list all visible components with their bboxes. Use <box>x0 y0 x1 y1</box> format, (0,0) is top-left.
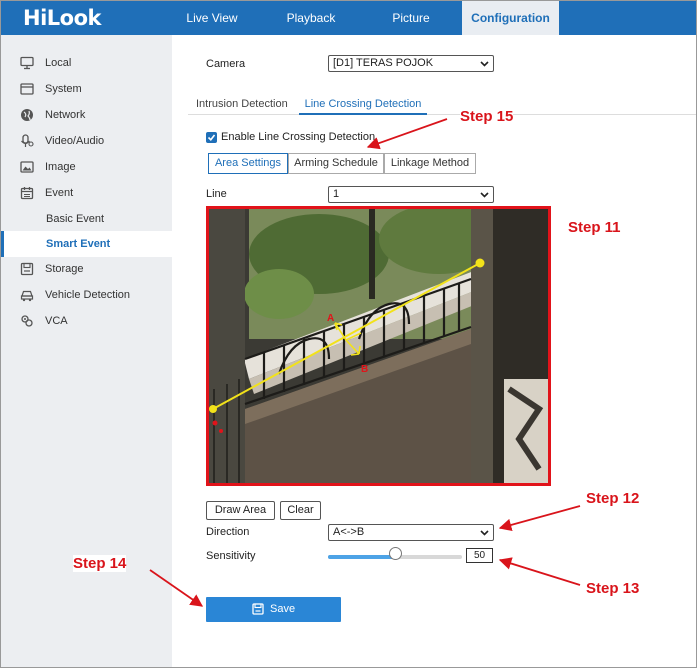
tab-intrusion-detection[interactable]: Intrusion Detection <box>196 93 288 115</box>
vehicle-icon <box>20 290 34 302</box>
sensitivity-slider-fill <box>328 555 395 559</box>
image-icon <box>20 161 34 173</box>
step-11-annotation: Step 11 <box>568 219 621 236</box>
sidebar-item-vca[interactable]: VCA <box>1 308 172 334</box>
nav-live-view[interactable]: Live View <box>169 1 255 35</box>
sidebar-item-image[interactable]: Image <box>1 154 172 180</box>
sidebar-item-label: Vehicle Detection <box>45 289 130 301</box>
globe-icon <box>21 109 33 121</box>
system-icon <box>20 83 34 95</box>
sidebar-item-label: Video/Audio <box>45 135 105 147</box>
microphone-icon <box>21 134 34 147</box>
subtab-arming-schedule[interactable]: Arming Schedule <box>288 153 384 174</box>
sidebar-item-label: System <box>45 83 82 95</box>
video-preview[interactable]: A B <box>206 206 551 486</box>
sensitivity-value[interactable]: 50 <box>466 548 493 563</box>
sidebar-item-local[interactable]: Local <box>1 50 172 76</box>
sidebar-item-label: Network <box>45 109 86 121</box>
camera-scene: A B <box>209 209 548 483</box>
sidebar-item-label: Local <box>45 57 72 69</box>
tab-line-crossing-detection[interactable]: Line Crossing Detection <box>299 93 427 115</box>
save-icon <box>252 603 264 615</box>
sidebar-item-label: Image <box>45 161 76 173</box>
main-content: Camera [D1] TERAS POJOK Intrusion Detect… <box>172 35 696 667</box>
storage-icon <box>20 262 34 276</box>
checkmark-icon <box>207 134 216 142</box>
line-select-value: 1 <box>333 188 340 200</box>
sidebar-item-basic-event[interactable]: Basic Event <box>1 206 172 232</box>
sidebar-item-label: Basic Event <box>46 213 105 225</box>
chevron-down-icon <box>480 192 489 198</box>
nav-picture[interactable]: Picture <box>368 1 454 35</box>
sidebar-item-system[interactable]: System <box>1 76 172 102</box>
line-select[interactable]: 1 <box>328 186 494 203</box>
sidebar-item-storage[interactable]: Storage <box>1 256 172 282</box>
step-12-annotation: Step 12 <box>586 490 640 507</box>
sidebar-item-event[interactable]: Event <box>1 180 172 206</box>
sidebar-item-network[interactable]: Network <box>1 102 172 128</box>
subtab-linkage-method[interactable]: Linkage Method <box>384 153 476 174</box>
sensitivity-label: Sensitivity <box>206 550 256 562</box>
sidebar-item-vehicle-detection[interactable]: Vehicle Detection <box>1 282 172 308</box>
save-button[interactable]: Save <box>206 597 341 622</box>
camera-select[interactable]: [D1] TERAS POJOK <box>328 55 494 72</box>
sidebar-item-label: Smart Event <box>46 238 111 250</box>
draw-area-button[interactable]: Draw Area <box>206 501 275 520</box>
sensitivity-slider-thumb[interactable] <box>389 547 402 560</box>
camera-select-value: [D1] TERAS POJOK <box>333 57 434 69</box>
calendar-icon <box>20 187 34 200</box>
top-navigation-bar: HiLook Live View Playback Picture Config… <box>1 1 696 35</box>
clear-button[interactable]: Clear <box>280 501 321 520</box>
camera-label: Camera <box>206 58 246 70</box>
point-b-label: B <box>361 364 368 375</box>
nav-playback[interactable]: Playback <box>266 1 356 35</box>
subtab-area-settings[interactable]: Area Settings <box>208 153 288 174</box>
hilook-logo: HiLook <box>23 6 101 30</box>
sidebar-item-label: Event <box>45 187 74 199</box>
save-button-label: Save <box>270 603 296 615</box>
step-14-annotation: Step 14 <box>73 555 127 572</box>
point-a-label: A <box>327 313 334 324</box>
sidebar-item-label: VCA <box>45 315 68 327</box>
sidebar-item-smart-event[interactable]: Smart Event <box>1 231 172 257</box>
step-15-annotation: Step 15 <box>460 108 514 125</box>
direction-select-value: A<->B <box>333 526 365 538</box>
chevron-down-icon <box>480 61 489 67</box>
enable-label: Enable Line Crossing Detection <box>221 131 376 143</box>
sidebar-item-video-audio[interactable]: Video/Audio <box>1 128 172 154</box>
enable-checkbox[interactable] <box>206 132 217 143</box>
line-label: Line <box>206 188 227 200</box>
sidebar-item-label: Storage <box>45 263 84 275</box>
monitor-icon <box>20 56 34 70</box>
direction-label: Direction <box>206 526 250 538</box>
chevron-down-icon <box>480 530 489 536</box>
step-13-annotation: Step 13 <box>586 580 640 597</box>
detection-tabs: Intrusion Detection Line Crossing Detect… <box>188 93 696 115</box>
nav-configuration[interactable]: Configuration <box>462 1 559 35</box>
sidebar: Local System Network Video/Audio Image E… <box>1 35 172 667</box>
direction-select[interactable]: A<->B <box>328 524 494 541</box>
vca-icon <box>21 315 33 327</box>
